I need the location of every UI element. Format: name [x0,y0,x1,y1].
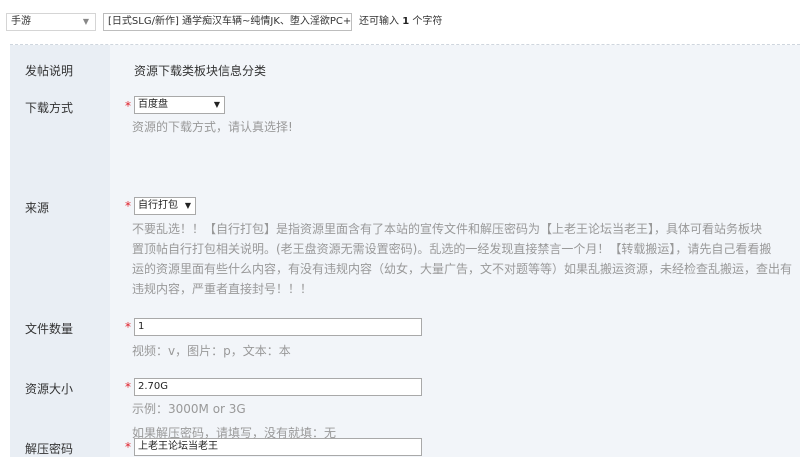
row-field-cell: 资源下载类板块信息分类 [110,45,800,94]
file-count-input[interactable]: 1 [134,318,422,336]
row-field-cell: * 1 视频：v，图片：p，文本：本 [110,309,800,370]
source-help-line: 运的资源里面有些什么内容，有没有违规内容（幼女，大量广告，文不对题等等）如果乱搬… [132,262,793,276]
char-hint-prefix: 还可输入 [359,16,399,27]
download-method-select[interactable]: 百度盘 ▼ [134,96,225,114]
post-info-form: 发帖说明 资源下载类板块信息分类 下载方式 * 百度盘 ▼ 资源的下载方式，请认… [10,44,800,457]
source-select-value: 自行打包 [138,200,178,211]
source-select[interactable]: 自行打包 ▼ [134,197,196,215]
row-label-cell: 文件数量 [10,309,110,370]
row-label-cell: 资源大小 [10,370,110,428]
password-help: 如果解压密码，请填写，没有就填：无 [132,426,337,440]
row-label-cell: 发帖说明 [10,45,110,94]
row-label-cell: 下载方式 [10,94,110,184]
row-label-cell: 解压密码 [10,428,110,457]
required-marker: * [125,320,131,334]
char-hint-count: 1 [402,16,410,27]
file-count-label: 文件数量 [25,322,74,336]
header-label: 发帖说明 [25,64,74,78]
required-marker: * [125,440,131,454]
form-row-password: 解压密码 * 上老王论坛当老王 [10,428,800,457]
source-help-line: 不要乱选！！【自行打包】是指资源里面含有了本站的宣传文件和解压密码为【上老王论坛… [132,222,763,236]
source-help-line: 置顶帖自行打包相关说明。(老王盘资源无需设置密码)。乱选的一经发现直接禁言一个月… [132,242,772,256]
char-hint-suffix: 个字符 [412,16,443,27]
size-input[interactable]: 2.70G [134,378,422,396]
required-marker: * [125,380,131,394]
category-select[interactable]: 手游 ▼ [6,13,96,31]
form-row-source: 来源 * 自行打包 ▼ 不要乱选！！【自行打包】是指资源里面含有了本站的宣传文件… [10,184,800,310]
required-marker: * [125,199,131,213]
form-row-file-count: 文件数量 * 1 视频：v，图片：p，文本：本 [10,309,800,371]
size-help: 示例：3000M or 3G [132,402,246,416]
row-field-cell: * 2.70G 示例：3000M or 3G [110,370,800,428]
title-input-value: [日式SLG/新作] 通学痴汉车辆~纯情JK、堕入淫欲PC+安 [108,16,352,27]
chevron-down-icon: ▼ [184,201,191,210]
form-row-header: 发帖说明 资源下载类板块信息分类 [10,45,800,95]
download-method-value: 百度盘 [138,99,168,110]
form-row-download: 下载方式 * 百度盘 ▼ 资源的下载方式，请认真选择! [10,94,800,185]
size-label: 资源大小 [25,382,74,396]
title-input[interactable]: [日式SLG/新作] 通学痴汉车辆~纯情JK、堕入淫欲PC+安 [103,13,352,31]
char-count-hint: 还可输入 1 个字符 [359,13,442,31]
row-label-cell: 来源 [10,184,110,309]
download-help: 资源的下载方式，请认真选择! [132,120,293,134]
chevron-down-icon: ▼ [213,100,220,109]
required-marker: * [125,99,131,113]
download-label: 下载方式 [25,101,74,115]
source-label: 来源 [25,201,50,215]
post-title-bar: 手游 ▼ [日式SLG/新作] 通学痴汉车辆~纯情JK、堕入淫欲PC+安 还可输… [0,0,800,44]
file-count-value: 1 [138,321,145,332]
source-help-line: 违规内容，严重者直接封号！！！ [132,282,313,296]
form-row-size: 资源大小 * 2.70G 示例：3000M or 3G [10,370,800,429]
row-field-cell: * 自行打包 ▼ 不要乱选！！【自行打包】是指资源里面含有了本站的宣传文件和解压… [110,184,800,309]
file-count-help: 视频：v，图片：p，文本：本 [132,344,291,358]
category-select-value: 手游 [11,16,31,27]
row-field-cell: * 百度盘 ▼ 资源的下载方式，请认真选择! [110,94,800,184]
password-label: 解压密码 [25,442,74,456]
size-value: 2.70G [138,381,169,392]
header-description: 资源下载类板块信息分类 [134,64,267,78]
chevron-down-icon: ▼ [82,17,89,26]
